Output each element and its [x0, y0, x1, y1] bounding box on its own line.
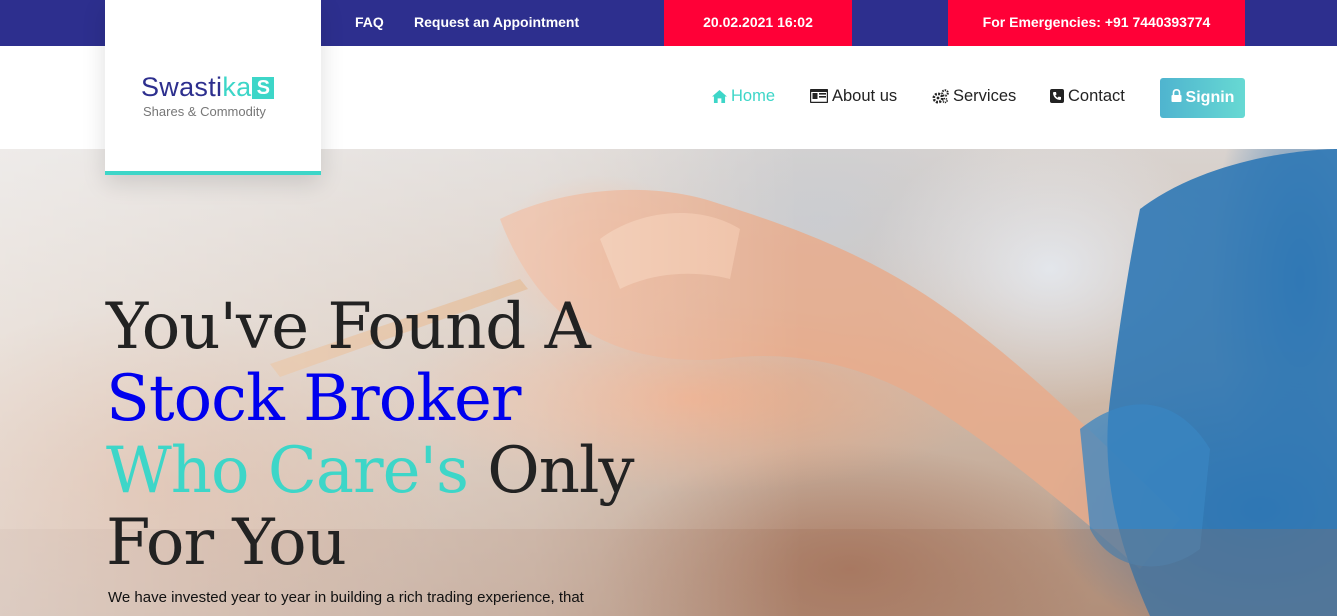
gears-icon — [932, 88, 949, 104]
hero-headline: You've Found A Stock Broker Who Care's O… — [106, 290, 635, 580]
logo[interactable]: Swastika S Shares & Commodity — [105, 0, 321, 175]
logo-mark-icon: S — [252, 77, 275, 99]
nav-services-label: Services — [953, 87, 1017, 105]
headline-line-1: You've Found A — [106, 290, 591, 364]
faq-link[interactable]: FAQ — [355, 0, 384, 46]
logo-subtitle: Shares & Commodity — [143, 104, 266, 119]
phone-icon — [1050, 89, 1064, 103]
nav-contact[interactable]: Contact — [1050, 86, 1125, 106]
nav-home-label: Home — [731, 87, 776, 105]
hero-description: We have invested year to year in buildin… — [108, 589, 584, 606]
home-icon — [712, 89, 727, 103]
headline-highlight: Who Care's — [106, 434, 469, 508]
datetime-badge: 20.02.2021 16:02 — [664, 0, 852, 46]
signin-label: Signin — [1185, 89, 1235, 106]
nav-home[interactable]: Home — [712, 86, 775, 106]
nav-services[interactable]: Services — [932, 86, 1016, 106]
nav-contact-label: Contact — [1068, 87, 1125, 105]
headline-line-3: Who Care's Only — [106, 434, 635, 508]
signin-button[interactable]: Signin — [1160, 78, 1245, 118]
request-appointment-link[interactable]: Request an Appointment — [414, 0, 579, 46]
emergency-contact[interactable]: For Emergencies: +91 7440393774 — [948, 0, 1245, 46]
nav-about-label: About us — [832, 87, 898, 105]
headline-line-4: For You — [106, 506, 347, 580]
lock-icon — [1171, 88, 1182, 107]
logo-title: Swastika S — [141, 72, 275, 103]
headline-line-2: Stock Broker — [106, 362, 521, 436]
id-card-icon — [810, 89, 828, 103]
nav-about-us[interactable]: About us — [810, 86, 897, 106]
logo-underline — [105, 171, 321, 175]
